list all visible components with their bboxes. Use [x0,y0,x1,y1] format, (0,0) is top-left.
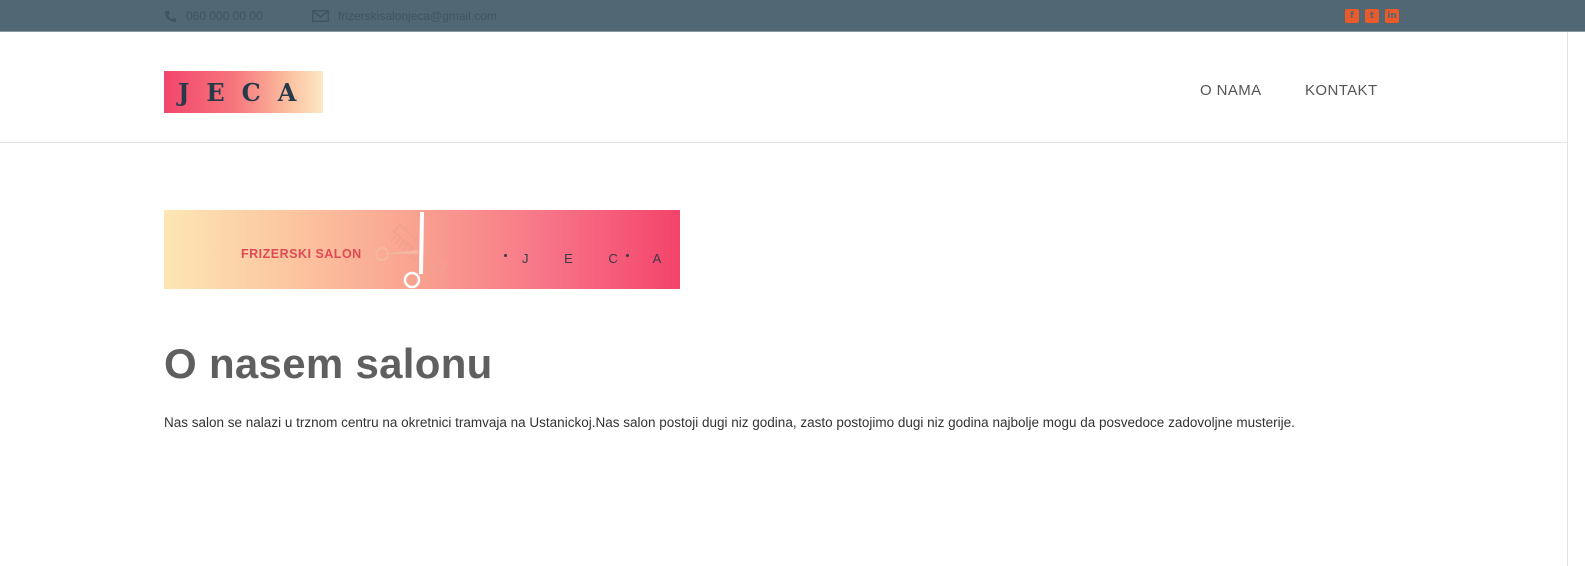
email-contact[interactable]: frizerskisalonjeca@gmail.com [312,0,497,32]
nav-link-o-nama[interactable]: O NAMA [1200,82,1262,99]
scissors-comb-icon [375,212,448,289]
site-header: JECA O NAMA KONTAKT [0,33,1567,143]
social-links: f t in [1345,9,1399,23]
banner-dot-right [626,254,629,257]
nav-link-kontakt[interactable]: KONTAKT [1305,82,1378,99]
site-logo[interactable]: JECA [164,71,323,113]
salon-description: Nas salon se nalazi u trznom centru na o… [164,415,1295,430]
email-address: frizerskisalonjeca@gmail.com [338,9,497,23]
twitter-icon[interactable]: t [1365,9,1379,23]
top-bar: 060 000 00 00 frizerskisalonjeca@gmail.c… [0,0,1585,32]
phone-number: 060 000 00 00 [186,9,263,23]
logo-text: JECA [178,77,314,107]
banner-name-text: J E C A [522,251,678,266]
phone-icon [164,10,177,22]
scrollbar[interactable] [1567,32,1585,566]
linkedin-icon[interactable]: in [1385,9,1399,23]
envelope-icon [312,10,329,22]
banner-dot-left [504,254,507,257]
salon-banner: FRIZERSKI SALON J E C A [164,210,680,289]
page-title: O nasem salonu [164,340,493,387]
facebook-icon[interactable]: f [1345,9,1359,23]
phone-contact[interactable]: 060 000 00 00 [164,0,263,32]
banner-salon-text: FRIZERSKI SALON [241,247,362,261]
